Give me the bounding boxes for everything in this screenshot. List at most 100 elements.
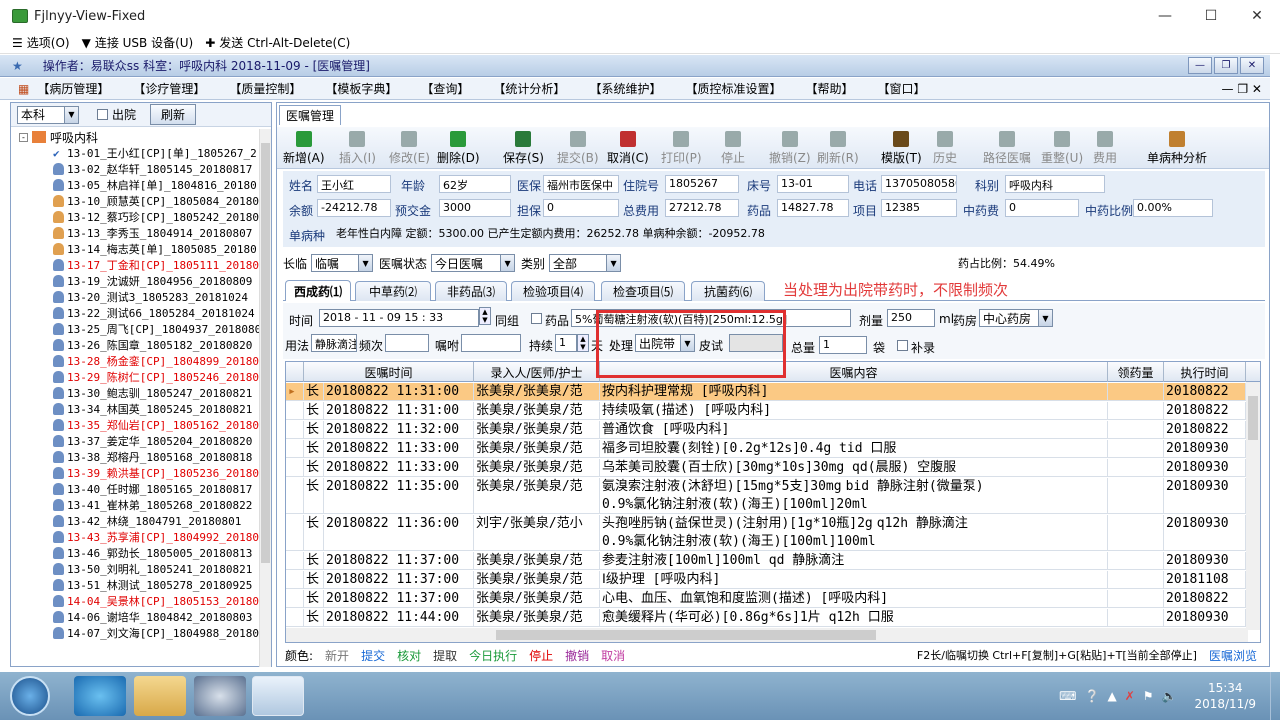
menu-options[interactable]: 选项(O): [27, 34, 70, 51]
patient-node[interactable]: 14-04_吴景林[CP]_1805153_20180: [11, 593, 259, 609]
patient-node[interactable]: 13-30_鲍志驯_1805247_20180821: [11, 385, 259, 401]
patient-scrollbar-thumb[interactable]: [261, 143, 270, 563]
subtab-western-drug[interactable]: 西成药⑴: [285, 280, 351, 301]
patient-node[interactable]: 13-13_李秀玉_1804914_20180807: [11, 225, 259, 241]
drug-checkbox[interactable]: [531, 313, 542, 324]
tab-order-management[interactable]: 医嘱管理: [279, 105, 342, 125]
patient-node[interactable]: 13-17_丁金和[CP]_1805111_20180: [11, 257, 259, 273]
patient-node[interactable]: 13-10_顾慧英[CP]_1805084_20180: [11, 193, 259, 209]
tray-arrow-icon[interactable]: ▲: [1107, 689, 1116, 703]
maximize-button[interactable]: ☐: [1188, 0, 1234, 32]
patient-node[interactable]: 13-50_刘明礼_1805241_20180821: [11, 561, 259, 577]
order-browse-link[interactable]: 医嘱浏览: [1209, 647, 1257, 664]
save-button[interactable]: 保存(S): [503, 131, 544, 166]
chevron-down-icon[interactable]: ▼: [1038, 310, 1052, 326]
menu-item-clinical[interactable]: 【诊疗管理】: [133, 80, 205, 97]
grid-vertical-scrollbar[interactable]: [1246, 382, 1260, 630]
grid-horizontal-scrollbar[interactable]: [286, 628, 1248, 642]
collapse-icon[interactable]: -: [19, 132, 28, 142]
order-row[interactable]: 长 20180822 11:37:00 张美泉/张美泉/范 心电、血压、血氧饱和度监测…: [286, 590, 1246, 608]
dose-input[interactable]: 250: [887, 309, 935, 327]
menu-item-medical-record[interactable]: 【病历管理】: [37, 80, 109, 97]
patient-node[interactable]: 13-51_林测试_1805278_20180925: [11, 577, 259, 593]
order-row[interactable]: 长 20180822 11:37:00 张美泉/张美泉/范 参麦注射液[100ml]1…: [286, 552, 1246, 570]
volume-icon[interactable]: 🔈: [1162, 689, 1177, 703]
subtab-antibiotic[interactable]: 抗菌药⑹: [691, 281, 765, 301]
patient-node[interactable]: 13-12_蔡巧珍[CP]_1805242_20180: [11, 209, 259, 225]
menu-item-quality[interactable]: 【质量控制】: [229, 80, 301, 97]
tree-root[interactable]: - 呼吸内科: [11, 129, 259, 145]
order-row[interactable]: 长 20180822 11:44:00 张美泉/张美泉/范 愈美缓释片(华可必)[0.…: [286, 609, 1246, 627]
grid-header-person[interactable]: 录入人/医师/护士: [474, 362, 600, 382]
order-row[interactable]: 长 20180822 11:31:00 张美泉/张美泉/范 持续吸氧(描述) [呼吸内…: [286, 402, 1246, 420]
edit-button[interactable]: 修改(E): [389, 131, 430, 166]
refresh-button[interactable]: 刷新: [150, 104, 197, 125]
menu-mdi-controls[interactable]: — ❐ ✕: [1222, 82, 1262, 96]
patient-node[interactable]: 14-06_谢培华_1804842_20180803: [11, 609, 259, 625]
chevron-down-icon[interactable]: ▼: [64, 106, 78, 123]
patient-node[interactable]: 13-25_周飞[CP]_1804937_20180808: [11, 321, 259, 337]
chevron-down-icon[interactable]: ▼: [606, 255, 621, 271]
help-icon[interactable]: ❔: [1085, 689, 1100, 703]
ie-icon[interactable]: [74, 676, 126, 716]
mdi-close-button[interactable]: ✕: [1240, 57, 1264, 74]
delete-button[interactable]: 删除(D): [437, 131, 480, 166]
menu-cad[interactable]: 发送 Ctrl-Alt-Delete(C): [219, 34, 350, 51]
submit-button[interactable]: 提交(B): [557, 131, 599, 166]
chevron-down-icon[interactable]: ▼: [500, 255, 515, 271]
patient-node[interactable]: 13-35_郑仙岩[CP]_1805162_20180: [11, 417, 259, 433]
menu-item-system[interactable]: 【系统维护】: [589, 80, 661, 97]
duration-combo[interactable]: 临嘱 ▼: [311, 254, 374, 272]
grid-header-exec-time[interactable]: 执行时间: [1164, 362, 1246, 382]
grid-header-quantity[interactable]: 领药量: [1108, 362, 1164, 382]
continue-spinner[interactable]: ▲ ▼: [577, 334, 589, 352]
pharmacy-combo[interactable]: 中心药房 ▼: [979, 309, 1053, 327]
patient-scrollbar[interactable]: [259, 129, 271, 667]
disease-analysis-button[interactable]: 单病种分析: [1147, 131, 1207, 166]
keyboard-icon[interactable]: ⌨: [1059, 689, 1076, 703]
template-button[interactable]: 模版(T): [881, 131, 922, 166]
menu-item-query[interactable]: 【查询】: [421, 80, 469, 97]
patient-node[interactable]: 13-22_测试66_1805284_20181024: [11, 305, 259, 321]
menu-item-qc-standard[interactable]: 【质控标准设置】: [685, 80, 781, 97]
add-button[interactable]: 新增(A): [283, 131, 325, 166]
insert-button[interactable]: 插入(I): [339, 131, 376, 166]
grid-header-time[interactable]: 医嘱时间: [304, 362, 474, 382]
mdi-restore-button[interactable]: ❐: [1214, 57, 1238, 74]
compass-icon[interactable]: [194, 676, 246, 716]
patient-node[interactable]: 13-20_测试3_1805283_20181024: [11, 289, 259, 305]
patient-node[interactable]: 13-02_赵华轩_1805145_20180817: [11, 161, 259, 177]
undo-button[interactable]: 撤销(Z): [769, 131, 811, 166]
flag-icon[interactable]: ⚑: [1143, 689, 1154, 703]
menu-item-template[interactable]: 【模板字典】: [325, 80, 397, 97]
total-input[interactable]: 1: [819, 336, 867, 354]
time-spinner[interactable]: ▲ ▼: [479, 307, 491, 325]
patient-node[interactable]: 13-05_林启祥[单]_1804816_20180: [11, 177, 259, 193]
usage-input[interactable]: 静脉滴注: [311, 334, 357, 352]
patient-node[interactable]: 13-28_杨金銮[CP]_1804899_20180: [11, 353, 259, 369]
order-row[interactable]: 长 20180822 11:35:00 张美泉/张美泉/范 氨溴索注射液(沐舒坦)[1…: [286, 478, 1246, 514]
subtab-non-drug[interactable]: 非药品⑶: [435, 281, 507, 301]
history-button[interactable]: 历史: [933, 131, 957, 166]
patient-node[interactable]: 13-29_陈树仁[CP]_1805246_20180: [11, 369, 259, 385]
reorganize-button[interactable]: 重整(U): [1041, 131, 1083, 166]
minimize-button[interactable]: —: [1142, 0, 1188, 32]
patient-node[interactable]: 13-42_林绕_1804791_20180801: [11, 513, 259, 529]
patient-node[interactable]: 13-41_崔林弟_1805268_20180822: [11, 497, 259, 513]
patient-node[interactable]: 13-34_林国英_1805245_20180821: [11, 401, 259, 417]
clock[interactable]: 15:34 2018/11/9: [1194, 680, 1256, 712]
grid-hscroll-thumb[interactable]: [496, 630, 876, 640]
show-desktop-button[interactable]: [1270, 672, 1280, 720]
patient-node[interactable]: 13-43_苏享浦[CP]_1804992_20180: [11, 529, 259, 545]
patient-node[interactable]: ✔ 13-01_王小红[CP][单]_1805267_2: [11, 145, 259, 161]
start-button[interactable]: [10, 676, 50, 716]
order-row[interactable]: 长 20180822 11:32:00 张美泉/张美泉/范 普通饮食 [呼吸内科] 20…: [286, 421, 1246, 439]
cancel-button[interactable]: 取消(C): [607, 131, 649, 166]
menu-usb[interactable]: 连接 USB 设备(U): [95, 34, 193, 51]
network-icon[interactable]: ✗: [1125, 689, 1135, 703]
supplement-checkbox[interactable]: [897, 340, 908, 351]
category-combo[interactable]: 全部 ▼: [549, 254, 622, 272]
path-order-button[interactable]: 路径医嘱: [983, 131, 1031, 166]
order-status-combo[interactable]: 今日医嘱 ▼: [431, 254, 516, 272]
order-row[interactable]: 长 20180822 11:33:00 张美泉/张美泉/范 福多司坦胶囊(刻铨)[0.…: [286, 440, 1246, 458]
